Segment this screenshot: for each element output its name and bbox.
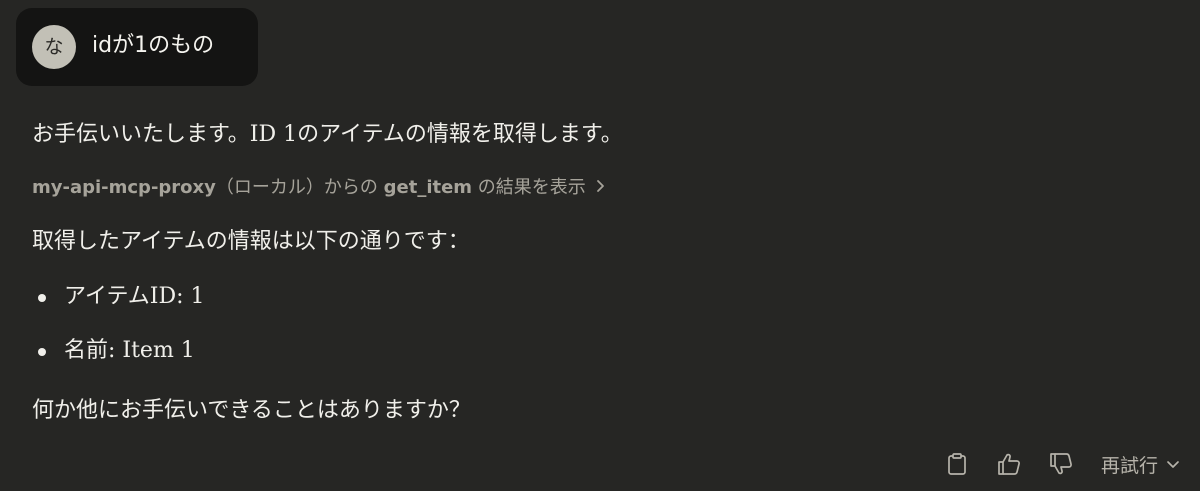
chevron-right-icon bbox=[596, 173, 606, 203]
clipboard-icon[interactable] bbox=[931, 446, 983, 482]
avatar: な bbox=[32, 25, 76, 69]
thumbs-up-icon[interactable] bbox=[983, 446, 1035, 482]
list-item-text: アイテムID: 1 bbox=[64, 284, 205, 309]
chevron-down-icon bbox=[1166, 453, 1180, 475]
bullet-icon bbox=[38, 348, 46, 356]
reply-intro: お手伝いいたします。ID 1のアイテムの情報を取得します。 bbox=[32, 122, 623, 147]
thumbs-down-icon[interactable] bbox=[1035, 446, 1087, 482]
bullet-icon bbox=[38, 294, 46, 302]
list-item: 名前: Item 1 bbox=[32, 334, 205, 388]
retry-button[interactable]: 再試行 bbox=[1101, 451, 1180, 478]
result-list: アイテムID: 1 名前: Item 1 bbox=[32, 280, 205, 388]
tool-server-name: my-api-mcp-proxy bbox=[32, 177, 216, 198]
retry-label: 再試行 bbox=[1100, 454, 1158, 477]
list-item-text: 名前: Item 1 bbox=[64, 338, 195, 363]
reply-closing: 何か他にお手伝いできることはありますか？ bbox=[32, 398, 471, 423]
result-intro: 取得したアイテムの情報は以下の通りです： bbox=[32, 229, 470, 254]
user-message-text: idが1のもの bbox=[92, 33, 215, 58]
tool-result-toggle[interactable]: my-api-mcp-proxy（ローカル）からの get_item の結果を表… bbox=[32, 173, 606, 203]
tool-name: get_item bbox=[383, 177, 473, 198]
tool-scope-text: （ローカル）からの bbox=[215, 177, 378, 198]
message-actions: 再試行 bbox=[931, 446, 1180, 482]
user-message-bubble: な idが1のもの bbox=[16, 8, 258, 86]
list-item: アイテムID: 1 bbox=[32, 280, 205, 334]
tool-suffix-text: の結果を表示 bbox=[477, 177, 586, 198]
